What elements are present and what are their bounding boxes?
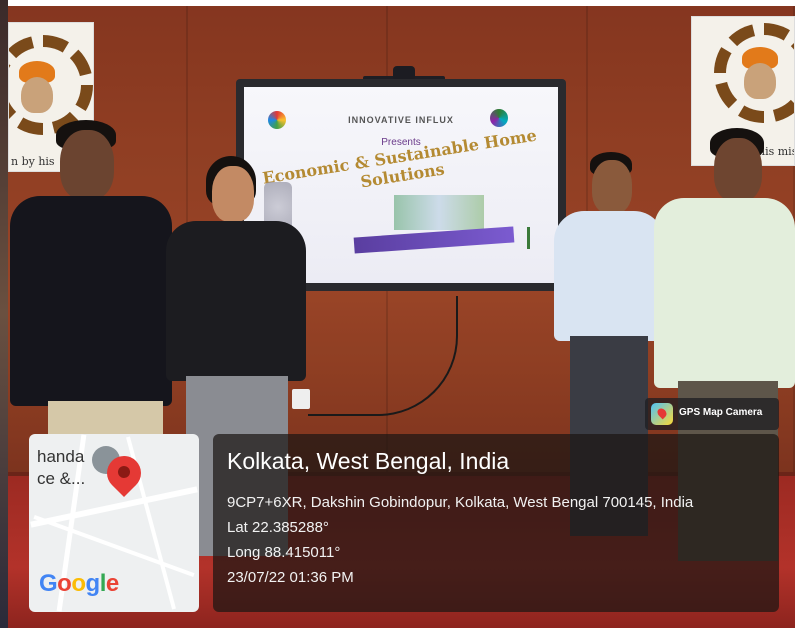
slide-brand: INNOVATIVE INFLUX [348, 115, 454, 125]
light-blue-shirt [554, 211, 664, 341]
wall-socket [292, 389, 310, 409]
tree-icon [527, 227, 530, 249]
address-line: 9CP7+6XR, Dakshin Gobindopur, Kolkata, W… [227, 494, 694, 511]
slide-houses-image [394, 195, 484, 230]
map-road [33, 515, 195, 577]
head [592, 160, 632, 214]
gps-map-camera-badge: GPS Map Camera [645, 398, 779, 430]
map-road [30, 486, 198, 528]
location-pin-dot [118, 466, 130, 478]
gps-map-camera-icon [651, 403, 673, 425]
black-shirt [166, 221, 306, 381]
latitude: Lat 22.385288° [227, 519, 329, 536]
map-thumbnail: handa ce &... Google [29, 434, 199, 612]
photo-edge-strip [0, 0, 8, 628]
black-shirt [10, 196, 172, 406]
head [60, 130, 114, 200]
gps-badge-label: GPS Map Camera [679, 407, 763, 418]
portrait-face [21, 77, 53, 113]
slide-purple-band [353, 226, 515, 254]
timestamp: 23/07/22 01:36 PM [227, 569, 354, 586]
map-place-label: handa ce &... [37, 447, 86, 488]
portrait-face [744, 63, 776, 99]
head [714, 138, 762, 202]
poster-caption: n by his [11, 155, 55, 168]
webcam [393, 66, 415, 80]
location-info-card: Kolkata, West Bengal, India 9CP7+6XR, Da… [213, 434, 779, 612]
head [212, 166, 254, 222]
light-green-shirt [654, 198, 795, 388]
longitude: Long 88.415011° [227, 544, 341, 561]
google-logo: Google [39, 570, 119, 597]
location-title: Kolkata, West Bengal, India [227, 448, 510, 474]
